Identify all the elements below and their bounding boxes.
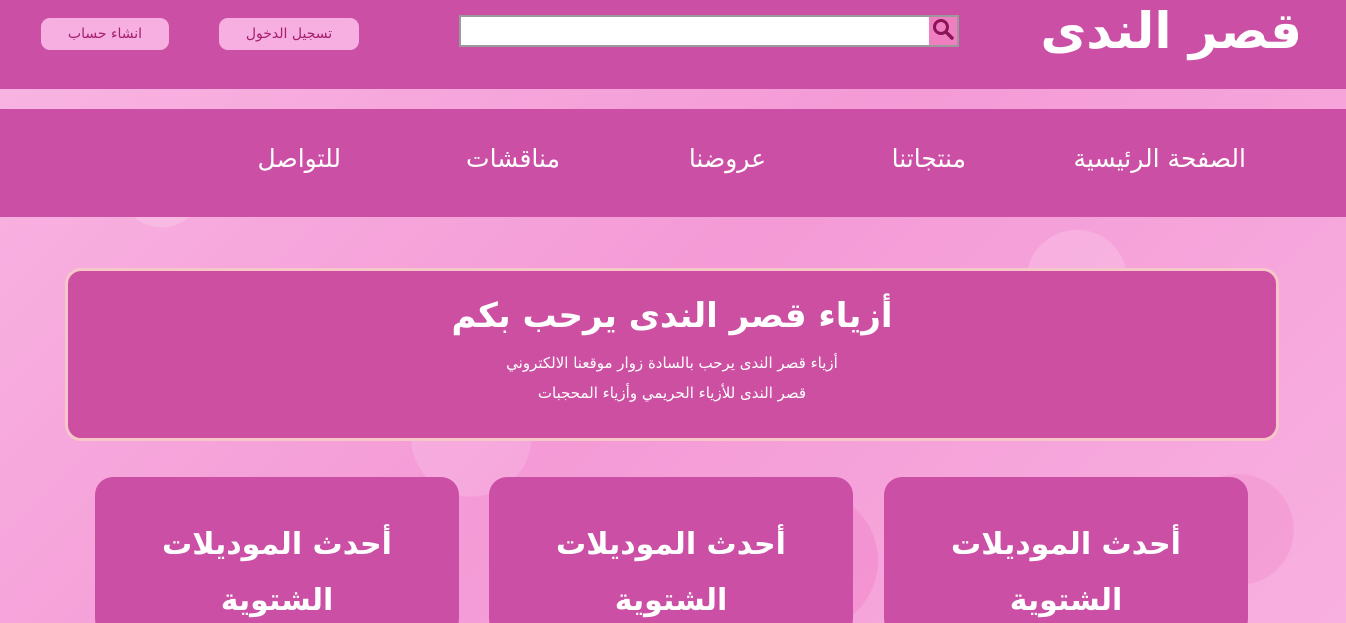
product-card[interactable]: أحدث الموديلات الشتوية — [95, 477, 459, 623]
nav-item-products[interactable]: منتجاتنا — [892, 144, 966, 173]
search-button[interactable] — [929, 15, 959, 47]
welcome-line-2: قصر الندى للأزياء الحريمي وأزياء المحجبا… — [537, 384, 807, 402]
welcome-title: أزياء قصر الندى يرحب بكم — [451, 296, 893, 336]
site-logo[interactable]: قصر الندى — [1040, 2, 1303, 60]
welcome-line-1: أزياء قصر الندى يرحب بالسادة زوار موقعنا… — [506, 354, 838, 372]
card-title: أحدث الموديلات الشتوية — [951, 527, 1181, 618]
nav-item-discussions[interactable]: مناقشات — [466, 144, 560, 173]
header: قصر الندى تسجيل الدخول انشاء حساب — [0, 0, 1346, 89]
nav-item-offers[interactable]: عروضنا — [689, 144, 766, 173]
search-input[interactable] — [459, 15, 929, 47]
product-card[interactable]: أحدث الموديلات الشتوية — [884, 477, 1248, 623]
nav-item-contact[interactable]: للتواصل — [258, 144, 341, 173]
main-nav: الصفحة الرئيسية منتجاتنا عروضنا مناقشات … — [0, 109, 1346, 217]
register-button[interactable]: انشاء حساب — [41, 18, 169, 50]
nav-item-home[interactable]: الصفحة الرئيسية — [1074, 144, 1247, 173]
search-icon — [932, 18, 954, 44]
search-bar — [459, 15, 959, 47]
product-card[interactable]: أحدث الموديلات الشتوية — [489, 477, 853, 623]
card-title: أحدث الموديلات الشتوية — [556, 527, 786, 618]
welcome-box: أزياء قصر الندى يرحب بكم أزياء قصر الندى… — [65, 268, 1279, 441]
login-button[interactable]: تسجيل الدخول — [219, 18, 359, 50]
card-title: أحدث الموديلات الشتوية — [162, 527, 392, 618]
